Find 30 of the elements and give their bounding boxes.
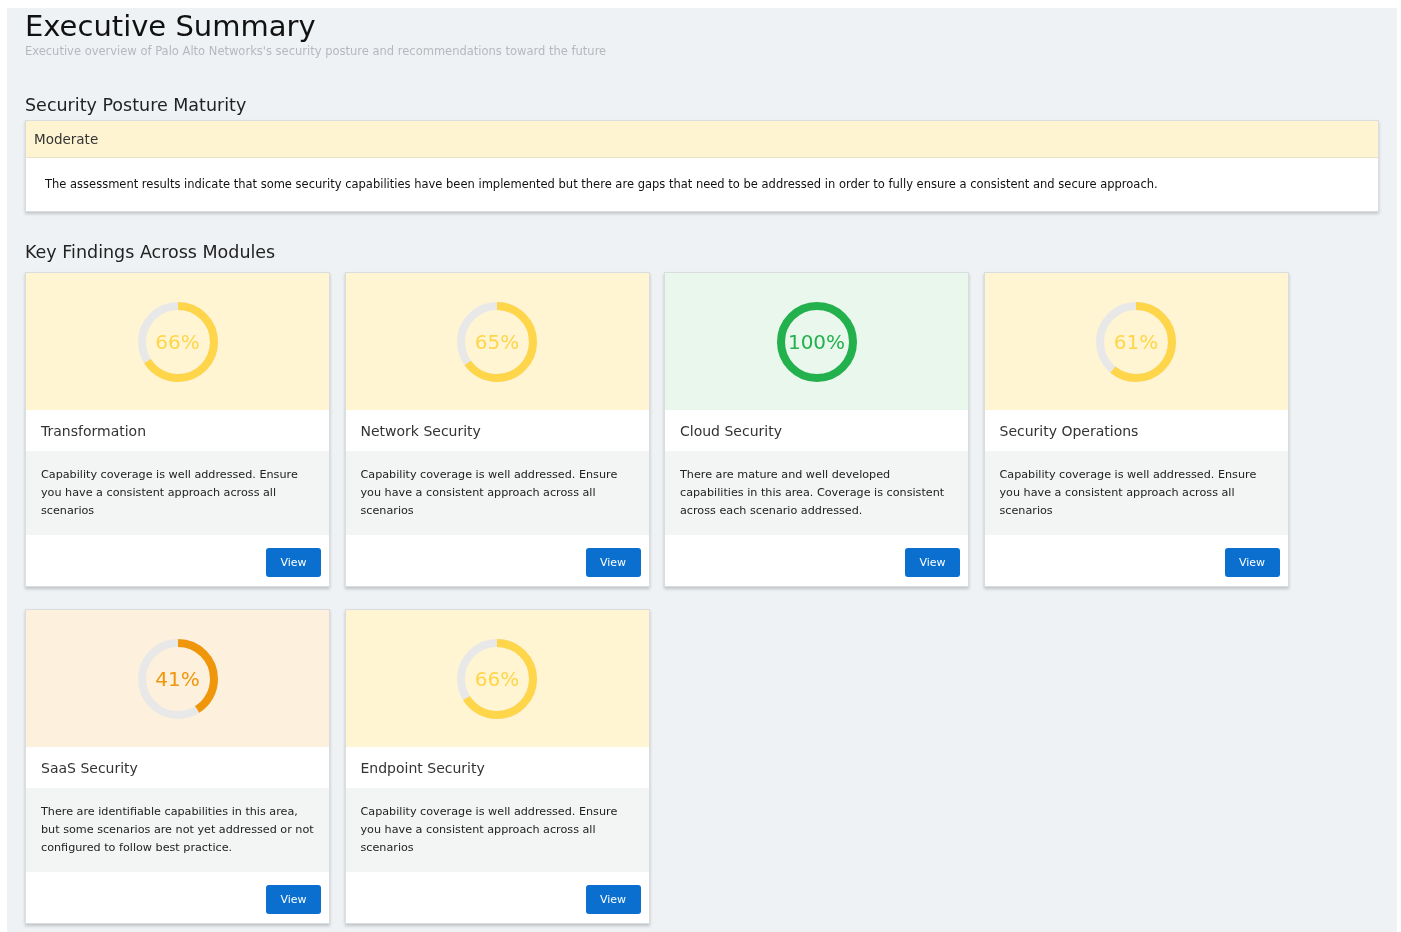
page-title: Executive Summary: [25, 8, 317, 44]
card-description: Capability coverage is well addressed. Ensure you have a consistent approach across all scenarios: [345, 451, 649, 535]
view-button[interactable]: View: [266, 885, 321, 914]
card-title: Network Security: [359, 421, 482, 441]
percent-value: 61%: [1113, 329, 1159, 354]
section-heading: Security Posture Maturity: [25, 94, 248, 116]
maturity-description: The assessment results indicate that some security capabilities have been implemented but there are gaps that need to be addressed in order to fully ensure a consistent and secure approach.: [44, 176, 1159, 193]
card-title: Endpoint Security: [359, 758, 486, 778]
view-button[interactable]: View: [905, 548, 960, 577]
card-title: SaaS Security: [40, 758, 139, 778]
card-title: Cloud Security: [679, 421, 783, 441]
view-button[interactable]: View: [585, 885, 641, 914]
view-button[interactable]: View: [585, 548, 641, 577]
card-description: Capability coverage is well addressed. Ensure you have a consistent approach across all scenarios: [984, 451, 1288, 535]
card-description: Capability coverage is well addressed. Ensure you have a consistent approach across all scenarios: [26, 451, 329, 535]
percent-value: 100%: [787, 329, 846, 354]
percent-value: 65%: [474, 329, 520, 354]
page-subtitle: Executive overview of Palo Alto Networks's security posture and recommendations toward the future: [25, 44, 608, 58]
view-button[interactable]: View: [266, 548, 321, 577]
card-title: Security Operations: [998, 421, 1140, 441]
card-description: Capability coverage is well addressed. Ensure you have a consistent approach across all scenarios: [345, 788, 649, 872]
card-description: There are identifiable capabilities in this area, but some scenarios are not yet addressed or not configured to follow best practice.: [26, 788, 329, 872]
percent-value: 66%: [155, 329, 200, 354]
view-button[interactable]: View: [1224, 548, 1280, 577]
percent-value: 66%: [474, 666, 520, 691]
percent-value: 41%: [155, 666, 200, 691]
section-heading: Key Findings Across Modules: [25, 241, 277, 263]
maturity-level: Moderate: [26, 121, 1378, 158]
card-title: Transformation: [40, 421, 148, 441]
card-description: There are mature and well developed capabilities in this area. Coverage is consistent across each scenario addressed.: [665, 451, 968, 535]
